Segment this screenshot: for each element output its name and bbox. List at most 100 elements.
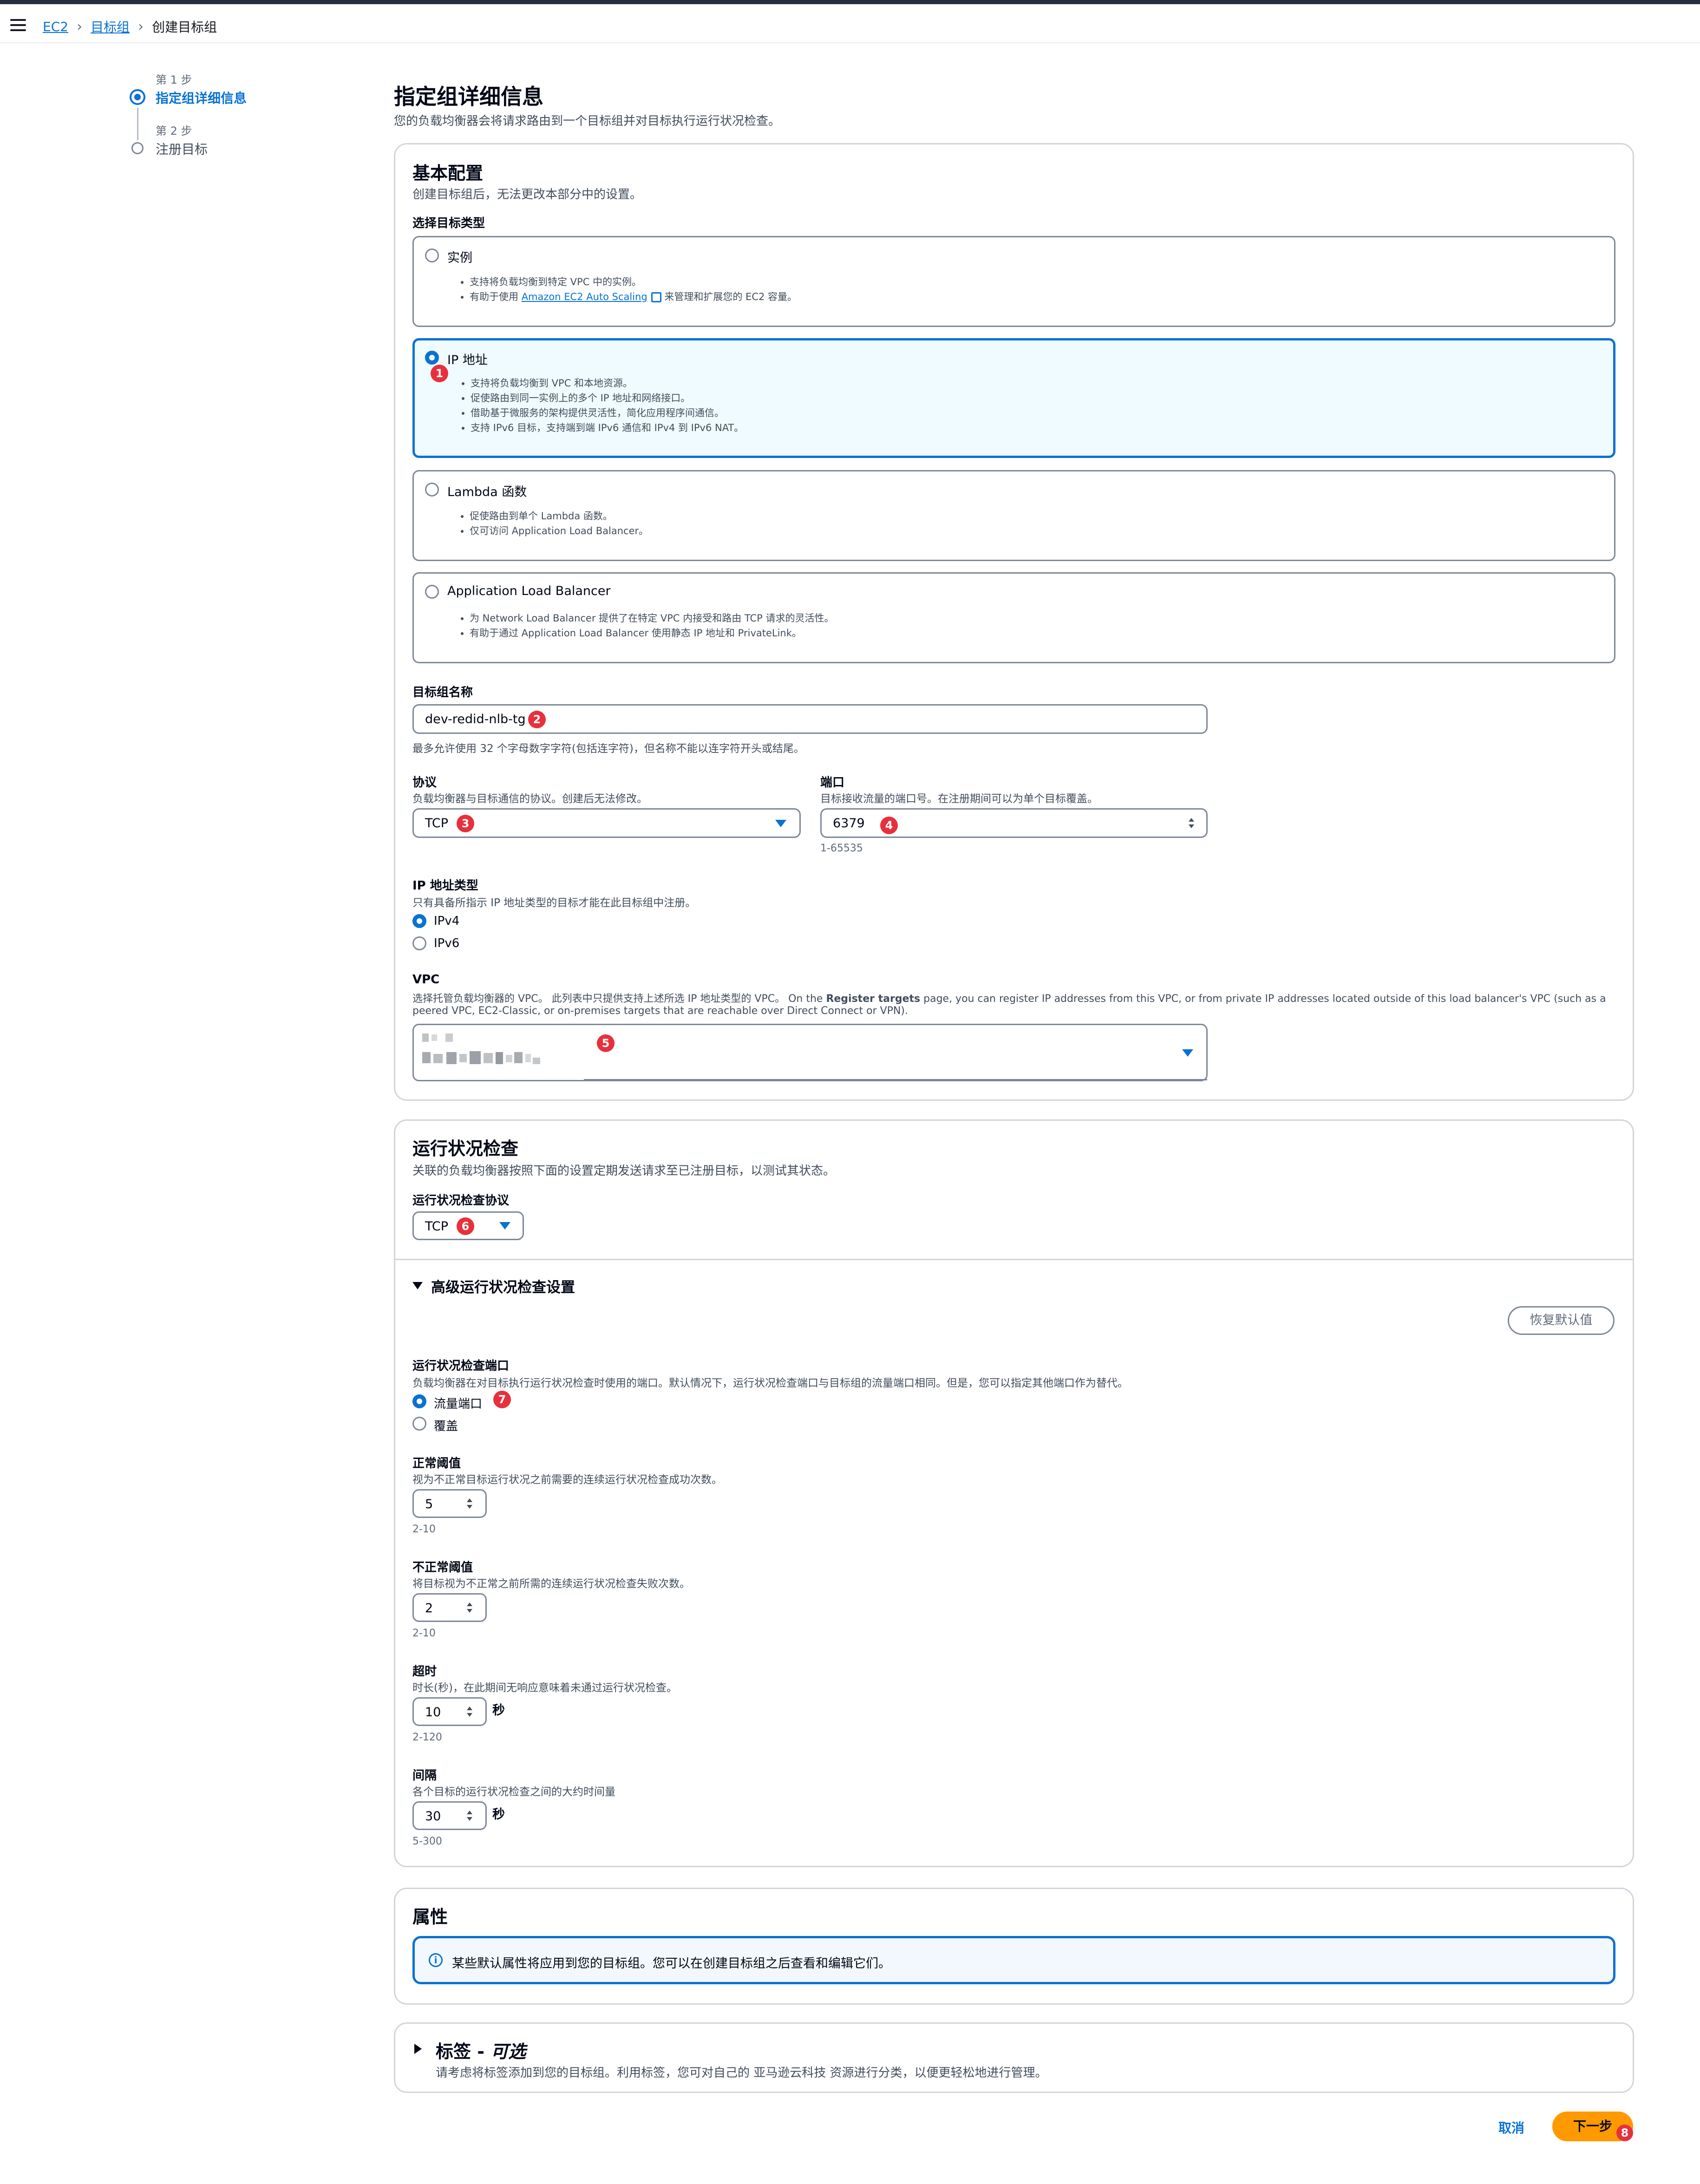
stepper-icon[interactable]	[466, 1602, 472, 1615]
ip-title: IP 地址	[447, 353, 488, 367]
vpc-select-underline	[584, 1079, 1207, 1080]
protocol-select[interactable]: TCP 3	[412, 808, 801, 838]
stepper-icon[interactable]	[466, 1810, 472, 1823]
interval-value: 30	[425, 1809, 441, 1824]
target-group-name-value: dev-redid-nlb-tg	[425, 712, 526, 726]
annotation-badge: 6	[457, 1217, 474, 1235]
list-item: 借助基于微服务的架构提供灵活性，简化应用程序间通信。	[471, 405, 744, 420]
advanced-health-settings-toggle[interactable]: 高级运行状况检查设置	[431, 1275, 575, 1296]
unhealthy-threshold-value: 2	[425, 1601, 433, 1615]
ip-type-description: 只有具备所指示 IP 地址类型的目标才能在此目标组中注册。	[412, 897, 696, 909]
list-item: 促使路由到单个 Lambda 函数。	[470, 509, 648, 523]
target-type-alb[interactable]: Application Load Balancer 为 Network Load…	[412, 572, 1615, 663]
protocol-description: 负载均衡器与目标通信的协议。创建后无法修改。	[412, 793, 647, 805]
step-1-label: 第 1 步	[156, 73, 192, 86]
step-2-label: 第 2 步	[156, 124, 192, 137]
annotation-badge: 4	[880, 817, 898, 834]
breadcrumb-target-groups[interactable]: 目标组	[91, 17, 130, 36]
health-check-description: 关联的负载均衡器按照下面的设置定期发送请求至已注册目标，以测试其状态。	[412, 1164, 836, 1178]
port-value: 6379	[833, 816, 865, 830]
healthy-threshold-value: 5	[425, 1497, 433, 1511]
step-connector	[137, 108, 138, 140]
vpc-description-line-2: peered VPC, EC2-Classic, or on-premises …	[412, 1005, 908, 1017]
port-label: 端口	[820, 776, 845, 790]
step-2-title[interactable]: 注册目标	[156, 139, 208, 158]
caret-down-icon[interactable]	[412, 1282, 423, 1289]
health-check-port-label: 运行状况检查端口	[412, 1359, 510, 1373]
unhealthy-threshold-input[interactable]: 2	[412, 1593, 487, 1622]
vpc-select[interactable]: 5	[412, 1024, 1208, 1081]
restore-defaults-button[interactable]: 恢复默认值	[1508, 1306, 1615, 1335]
stepper-icon[interactable]	[1188, 817, 1194, 830]
step-1-indicator-icon	[130, 89, 145, 105]
healthy-threshold-hint: 2-10	[412, 1524, 436, 1535]
port-input[interactable]: 6379 4	[820, 808, 1208, 838]
annotation-badge: 3	[457, 815, 474, 832]
ip-type-label: IP 地址类型	[412, 879, 478, 893]
vpc-description: 选择托管负载均衡器的 VPC。 此列表中只提供支持上述所选 IP 地址类型的 V…	[412, 990, 1606, 1005]
health-check-card	[394, 1119, 1634, 1867]
basic-config-title: 基本配置	[412, 163, 484, 183]
interval-hint: 5-300	[412, 1836, 442, 1847]
protocol-label: 协议	[412, 776, 437, 790]
caret-down-icon	[499, 1222, 510, 1229]
basic-config-description: 创建目标组后，无法更改本部分中的设置。	[412, 188, 642, 202]
lambda-radio[interactable]	[425, 483, 439, 497]
target-group-name-hint: 最多允许使用 32 个字母数字字符(包括连字符)，但名称不能以连字符开头或结尾。	[412, 743, 804, 755]
tags-toggle[interactable]: 标签 - 可选	[436, 2037, 526, 2063]
step-1-title[interactable]: 指定组详细信息	[156, 88, 247, 107]
annotation-badge: 8	[1616, 2125, 1633, 2141]
healthy-threshold-input[interactable]: 5	[412, 1489, 487, 1518]
bullet-text: 来管理和扩展您的 EC2 容量。	[661, 291, 798, 302]
instance-bullets: 支持将负载均衡到特定 VPC 中的实例。 有助于使用 Amazon EC2 Au…	[470, 275, 797, 304]
auto-scaling-link[interactable]: Amazon EC2 Auto Scaling	[522, 291, 647, 302]
ipv4-radio[interactable]	[412, 914, 426, 928]
target-type-ip[interactable]: IP 地址 1 支持将负载均衡到 VPC 和本地资源。 促使路由到同一实例上的多…	[412, 338, 1615, 458]
breadcrumb-ec2[interactable]: EC2	[43, 19, 68, 34]
interval-input[interactable]: 30	[412, 1801, 487, 1830]
override-port-radio[interactable]	[412, 1417, 426, 1431]
attributes-info-text: 某些默认属性将应用到您的目标组。您可以在创建目标组之后查看和编辑它们。	[452, 1956, 891, 1971]
timeout-description: 时长(秒)，在此期间无响应意味着未通过运行状况检查。	[412, 1682, 677, 1694]
ip-radio[interactable]	[425, 351, 439, 365]
tags-title: 标签 -	[436, 2041, 491, 2062]
list-item: 支持将负载均衡到特定 VPC 中的实例。	[470, 275, 797, 289]
override-port-label: 覆盖	[434, 1419, 458, 1433]
vpc-description-text: page, you can register IP addresses from…	[920, 993, 1606, 1005]
timeout-unit: 秒	[492, 1703, 505, 1718]
info-icon: i	[429, 1953, 443, 1967]
tags-card	[394, 2022, 1634, 2093]
annotation-badge: 2	[528, 711, 546, 728]
chevron-right-icon: ›	[138, 18, 144, 35]
list-item: 支持 IPv6 目标，支持端到端 IPv6 通信和 IPv4 到 IPv6 NA…	[471, 420, 744, 435]
section-divider	[395, 1259, 1633, 1260]
caret-right-icon[interactable]	[414, 2044, 422, 2054]
external-link-icon	[651, 292, 661, 302]
alb-radio[interactable]	[425, 585, 439, 599]
target-type-lambda[interactable]: Lambda 函数 促使路由到单个 Lambda 函数。 仅可访问 Applic…	[412, 470, 1615, 561]
list-item: 仅可访问 Application Load Balancer。	[470, 523, 648, 538]
target-group-name-input[interactable]: dev-redid-nlb-tg 2	[412, 704, 1208, 734]
alb-title: Application Load Balancer	[447, 584, 611, 598]
timeout-value: 10	[425, 1705, 441, 1720]
instance-radio[interactable]	[425, 248, 439, 262]
stepper-icon[interactable]	[466, 1497, 472, 1510]
traffic-port-radio[interactable]	[412, 1394, 426, 1408]
stepper-icon[interactable]	[466, 1706, 472, 1719]
target-type-instance[interactable]: 实例 支持将负载均衡到特定 VPC 中的实例。 有助于使用 Amazon EC2…	[412, 236, 1615, 327]
healthy-threshold-description: 视为不正常目标运行状况之前需要的连续运行状况检查成功次数。	[412, 1474, 722, 1486]
interval-description: 各个目标的运行状况检查之间的大约时间量	[412, 1786, 615, 1798]
timeout-input[interactable]: 10	[412, 1697, 487, 1726]
tags-optional: 可选	[490, 2041, 526, 2062]
health-check-protocol-select[interactable]: TCP 6	[412, 1211, 524, 1240]
list-item: 支持将负载均衡到 VPC 和本地资源。	[471, 376, 744, 391]
unhealthy-threshold-hint: 2-10	[412, 1628, 436, 1639]
instance-title: 实例	[447, 251, 472, 265]
breadcrumb: EC2 › 目标组 › 创建目标组	[43, 17, 217, 36]
vpc-description-bold: Register targets	[826, 993, 921, 1005]
chevron-right-icon: ›	[77, 18, 83, 35]
ipv6-radio[interactable]	[412, 936, 426, 950]
cancel-button[interactable]: 取消	[1498, 2118, 1524, 2137]
protocol-value: TCP	[425, 816, 449, 830]
menu-icon[interactable]	[10, 19, 26, 31]
